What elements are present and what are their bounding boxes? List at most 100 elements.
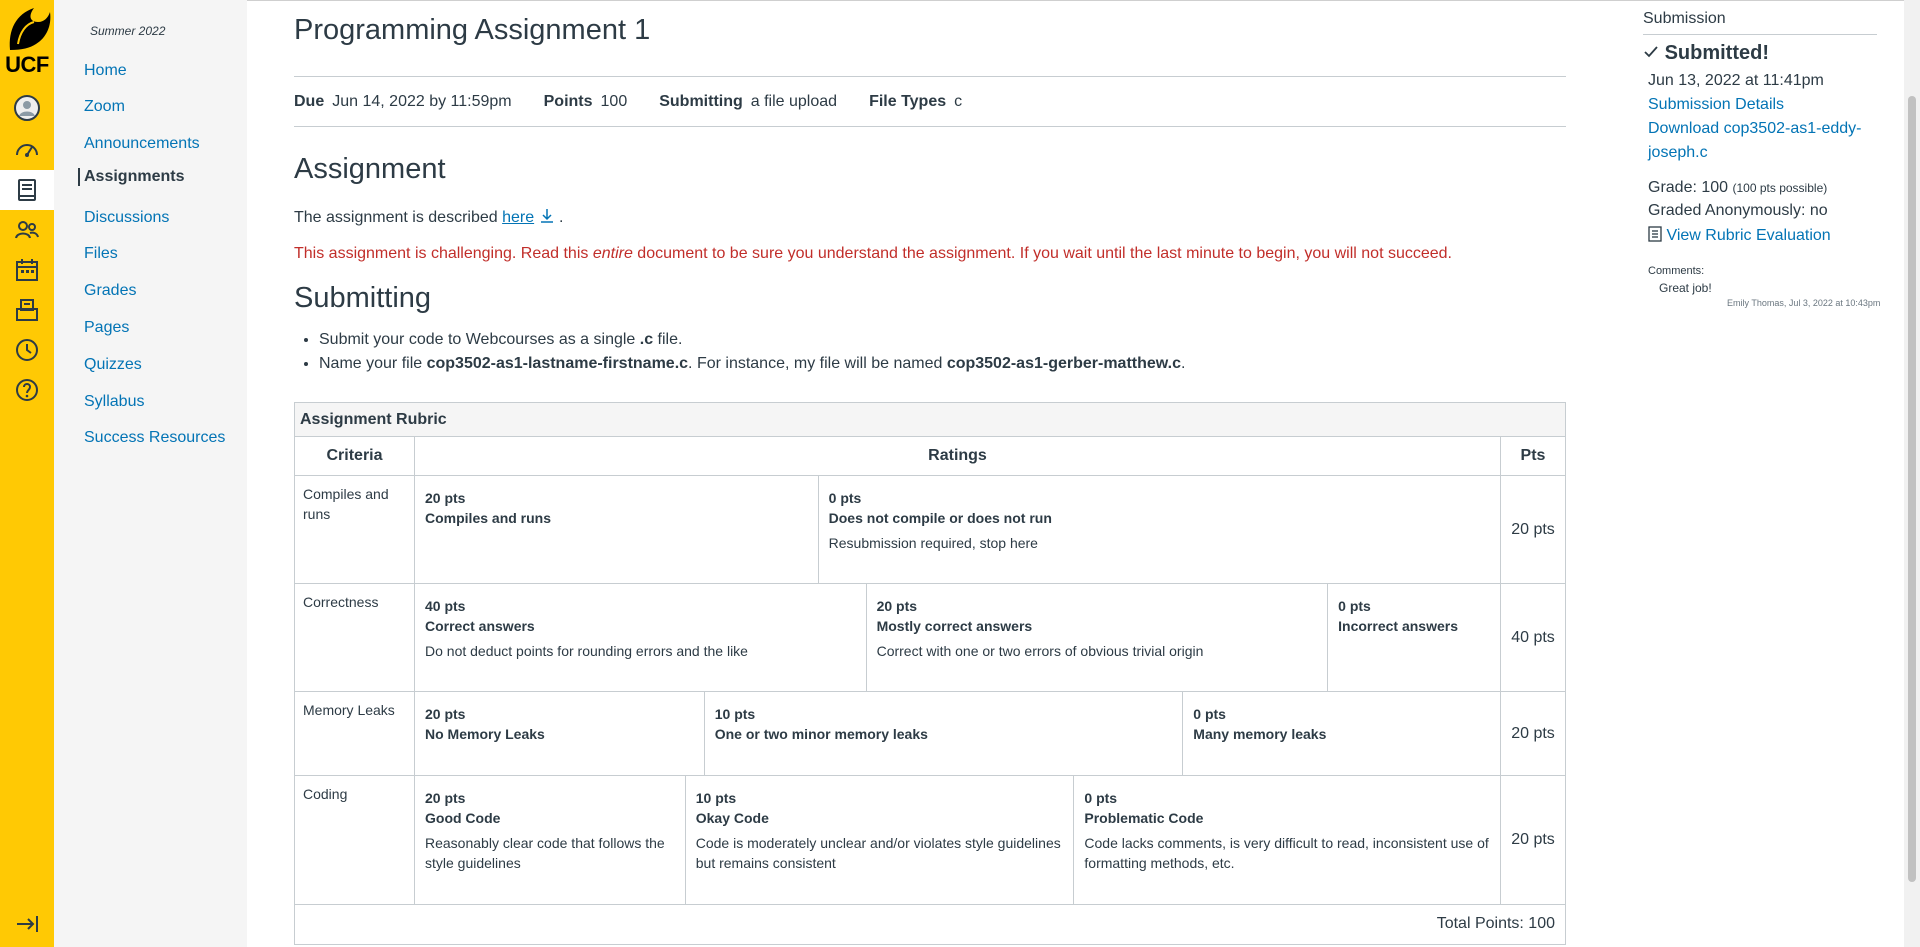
rating-title: Correct answers — [425, 618, 535, 634]
course-nav-pages[interactable]: Pages — [84, 319, 129, 337]
rubric-total-points: Total Points: 100 — [1436, 915, 1555, 932]
rubric-row-points: 40 pts — [1511, 628, 1555, 646]
groups-icon — [15, 221, 39, 239]
rating-title: Problematic Code — [1084, 810, 1204, 826]
rubric-rating: 20 pts Compiles and runs — [415, 476, 819, 583]
bullet-bold: cop3502-as1-lastname-firstname.c — [426, 355, 689, 372]
rating-title: Incorrect answers — [1338, 618, 1458, 634]
history-icon — [16, 339, 38, 361]
rating-title: Many memory leaks — [1193, 726, 1327, 742]
grade-value: Grade: 100 — [1648, 179, 1729, 196]
rubric-rating: 20 pts Mostly correct answers Correct wi… — [867, 584, 1329, 691]
download-submission-link[interactable]: Download cop3502-as1-eddy- — [1648, 120, 1861, 138]
course-nav-syllabus[interactable]: Syllabus — [84, 393, 144, 411]
course-nav-zoom[interactable]: Zoom — [84, 98, 125, 116]
assignment-rubric: Assignment Rubric Criteria Ratings Pts C… — [294, 402, 1566, 945]
rubric-row-points: 20 pts — [1511, 724, 1555, 742]
grade-line: Grade: 100 (100 pts possible) — [1648, 179, 1827, 197]
inbox-nav-item[interactable] — [0, 290, 54, 330]
rubric-ratings: 40 pts Correct answers Do not deduct poi… — [415, 584, 1501, 691]
course-nav-home[interactable]: Home — [84, 62, 127, 80]
bullet-bold: cop3502-as1-gerber-matthew.c — [946, 355, 1181, 372]
warning-emphasis: entire — [592, 245, 633, 262]
collapse-nav-button[interactable] — [0, 904, 54, 944]
rubric-row-points: 20 pts — [1511, 520, 1555, 538]
rubric-rating: 10 pts One or two minor memory leaks — [705, 692, 1184, 775]
rating-points: 20 pts — [425, 490, 466, 506]
assignment-details-bar: Due Jun 14, 2022 by 11:59pm Points 100 S… — [294, 76, 1566, 127]
rating-description: Resubmission required, stop here — [828, 535, 1038, 551]
calendar-nav-item[interactable] — [0, 250, 54, 290]
rating-points: 40 pts — [425, 598, 466, 614]
rating-title: Compiles and runs — [425, 510, 552, 526]
rubric-row: Coding 20 pts Good Code Reasonably clear… — [295, 776, 1565, 905]
help-icon — [16, 379, 38, 401]
course-nav-assignments[interactable]: Assignments — [78, 168, 184, 186]
page-title: Programming Assignment 1 — [294, 14, 651, 46]
course-nav-quizzes[interactable]: Quizzes — [84, 356, 142, 374]
list-item: Name your file cop3502-as1-lastname-firs… — [319, 352, 1185, 376]
rating-description: Correct with one or two errors of obviou… — [876, 643, 1204, 659]
courses-icon — [18, 179, 36, 201]
page-scrollbar[interactable] — [1904, 0, 1920, 947]
rating-points: 0 pts — [1084, 790, 1118, 806]
comments-label: Comments: — [1648, 265, 1705, 277]
submission-details-link[interactable]: Submission Details — [1648, 96, 1784, 114]
assignment-description: The assignment is described here . — [294, 208, 563, 227]
submission-header: Submission — [1643, 10, 1877, 35]
assignment-warning: This assignment is challenging. Read thi… — [294, 245, 1452, 263]
rating-points: 0 pts — [1338, 598, 1371, 614]
bullet-text: file. — [653, 331, 683, 348]
rubric-criterion: Memory Leaks — [295, 692, 415, 775]
rating-title: Good Code — [425, 810, 501, 826]
help-nav-item[interactable] — [0, 370, 54, 410]
course-nav-announcements[interactable]: Announcements — [84, 135, 200, 153]
rubric-icon — [1648, 226, 1662, 242]
comment-text: Great job! — [1659, 281, 1712, 295]
assignment-file-link[interactable]: here — [502, 209, 534, 226]
rating-points: 0 pts — [1193, 706, 1226, 722]
file-types-value: c — [954, 92, 963, 110]
account-nav-item[interactable] — [0, 88, 54, 128]
collapse-nav-icon — [17, 916, 38, 932]
course-nav-files[interactable]: Files — [84, 245, 118, 263]
rating-title: Okay Code — [695, 810, 769, 826]
scrollbar-thumb[interactable] — [1908, 96, 1916, 882]
rubric-rating: 20 pts Good Code Reasonably clear code t… — [415, 776, 686, 904]
rubric-rating: 0 pts Many memory leaks — [1183, 692, 1500, 775]
rubric-ratings: 20 pts No Memory Leaks 10 pts One or two… — [415, 692, 1501, 775]
rating-description: Do not deduct points for rounding errors… — [425, 643, 748, 659]
section-heading-assignment: Assignment — [294, 153, 446, 185]
dashboard-nav-item[interactable] — [0, 130, 54, 170]
download-icon[interactable] — [539, 208, 555, 224]
warning-text-start: This assignment is challenging. Read thi… — [294, 245, 593, 262]
rubric-rating: 10 pts Okay Code Code is moderately uncl… — [686, 776, 1075, 904]
bullet-bold: .c — [639, 331, 654, 348]
bullet-text: Name your file — [319, 355, 427, 372]
list-item: Submit your code to Webcourses as a sing… — [319, 328, 1185, 352]
view-rubric-evaluation-link[interactable]: View Rubric Evaluation — [1648, 226, 1831, 245]
rubric-header-row: Criteria Ratings Pts — [295, 437, 1565, 476]
dashboard-icon — [16, 144, 38, 157]
rating-points: 20 pts — [425, 706, 466, 722]
calendar-icon — [16, 259, 38, 281]
submission-status: Submitted! — [1643, 42, 1769, 65]
rubric-ratings: 20 pts Compiles and runs 0 pts Does not … — [415, 476, 1501, 583]
groups-nav-item[interactable] — [0, 210, 54, 250]
course-nav-success-resources[interactable]: Success Resources — [84, 429, 225, 447]
warning-text-end: document to be sure you understand the a… — [632, 245, 1452, 262]
window-top-border — [0, 0, 1920, 1]
due-value: Jun 14, 2022 by 11:59pm — [332, 92, 512, 110]
rubric-rating: 40 pts Correct answers Do not deduct poi… — [415, 584, 867, 691]
rating-description: Code is moderately unclear and/or violat… — [695, 835, 1061, 871]
courses-nav-item[interactable] — [0, 170, 54, 210]
ucf-logo[interactable]: UCF — [0, 0, 54, 80]
history-nav-item[interactable] — [0, 330, 54, 370]
course-nav-grades[interactable]: Grades — [84, 282, 136, 300]
rubric-ratings: 20 pts Good Code Reasonably clear code t… — [415, 776, 1501, 904]
inbox-icon — [16, 299, 38, 321]
download-submission-link-continued[interactable]: joseph.c — [1648, 144, 1708, 162]
global-navigation: UCF — [0, 0, 54, 947]
course-nav-discussions[interactable]: Discussions — [84, 209, 169, 227]
rating-points: 20 pts — [425, 790, 466, 806]
